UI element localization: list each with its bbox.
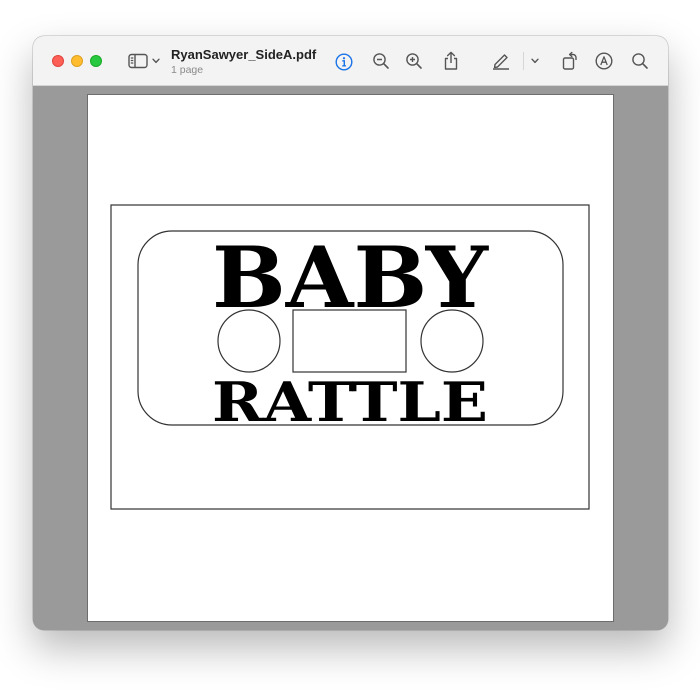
cassette-artwork: BABY RATTLE	[110, 204, 590, 510]
minimize-window-button[interactable]	[71, 55, 83, 67]
share-button[interactable]	[440, 49, 462, 73]
close-window-button[interactable]	[52, 55, 64, 67]
search-icon	[631, 52, 649, 70]
markup-menu-button[interactable]	[528, 53, 542, 69]
search-button[interactable]	[629, 50, 651, 72]
title-line-2: RATTLE	[212, 370, 488, 434]
rotate-button[interactable]	[559, 49, 581, 73]
zoom-in-icon	[405, 52, 423, 70]
markup-pen-icon	[491, 52, 511, 70]
document-view[interactable]: BABY RATTLE	[33, 87, 668, 630]
chevron-down-icon	[531, 58, 539, 64]
zoom-window-button[interactable]	[90, 55, 102, 67]
sidebar-toggle-button[interactable]	[125, 50, 163, 72]
preview-window: RyanSawyer_SideA.pdf 1 page BABY RATTLE	[33, 36, 668, 630]
rotate-icon	[561, 51, 579, 71]
zoom-in-button[interactable]	[403, 50, 425, 72]
document-title[interactable]: RyanSawyer_SideA.pdf	[171, 47, 316, 62]
zoom-out-icon	[372, 52, 390, 70]
zoom-out-button[interactable]	[370, 50, 392, 72]
share-icon	[442, 51, 460, 71]
info-button[interactable]	[333, 51, 355, 73]
annotate-icon	[595, 52, 613, 70]
title-bar: RyanSawyer_SideA.pdf 1 page	[33, 36, 668, 86]
pdf-page: BABY RATTLE	[88, 95, 613, 621]
annotate-button[interactable]	[593, 50, 615, 72]
markup-button[interactable]	[489, 50, 513, 72]
sidebar-icon	[128, 53, 148, 69]
page-count: 1 page	[171, 64, 204, 76]
toolbar-separator	[523, 52, 524, 70]
chevron-down-icon	[152, 58, 160, 64]
title-line-1: BABY	[212, 228, 489, 327]
info-icon	[335, 53, 353, 71]
